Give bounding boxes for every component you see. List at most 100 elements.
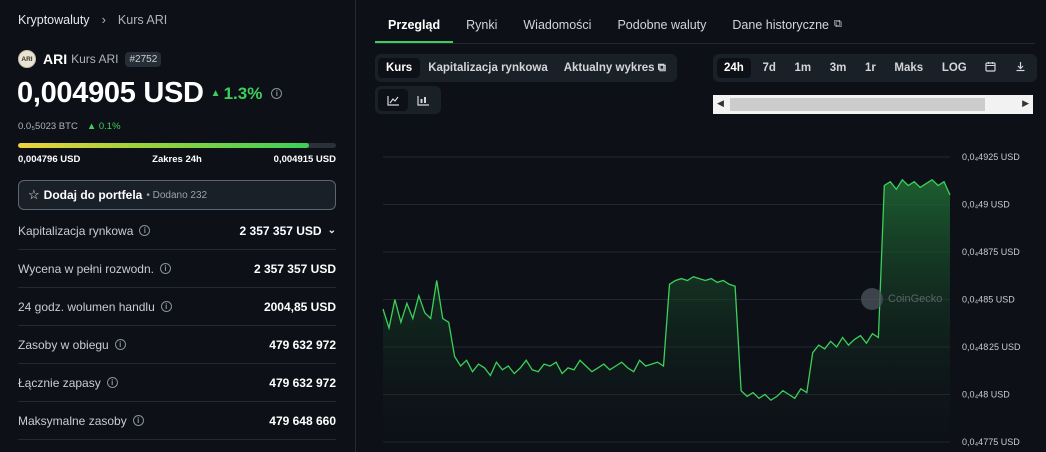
info-icon[interactable]: i xyxy=(271,88,283,99)
info-icon[interactable]: i xyxy=(159,263,171,274)
breadcrumb-current: Kurs ARI xyxy=(117,12,168,27)
tab-similar[interactable]: Podobne waluty xyxy=(604,10,719,43)
range-24h[interactable]: 24h xyxy=(717,58,751,78)
y-tick-label: 0,0₄48 25 USD xyxy=(962,342,1021,352)
btc-price: 0.0₅5023 BTC xyxy=(18,121,78,132)
main-tabs: Przegląd Rynki Wiadomości Podobne waluty… xyxy=(375,10,1035,44)
chevron-right-icon: › xyxy=(101,12,106,27)
stat-label: Łącznie zapasy xyxy=(18,375,101,390)
info-icon[interactable]: i xyxy=(132,415,144,426)
stat-label: Zasoby w obiegu xyxy=(18,337,109,352)
range-1m[interactable]: 1m xyxy=(787,58,818,78)
range-max[interactable]: Maks xyxy=(887,58,930,78)
info-icon[interactable]: i xyxy=(114,339,126,350)
add-to-portfolio-label: Dodaj do portfela xyxy=(43,188,143,202)
range-label: Zakres 24h xyxy=(152,154,202,165)
stat-label: Kapitalizacja rynkowa xyxy=(18,223,134,238)
stat-label-wrap: 24 godz. wolumen handlu i xyxy=(18,300,172,314)
btc-price-row: 0.0₅5023 BTC ▲ 0.1% xyxy=(18,121,121,132)
chart-tab-live[interactable]: Aktualny wykres ⧉ xyxy=(556,58,674,79)
breadcrumb: Kryptowaluty › Kurs ARI xyxy=(18,12,167,27)
stat-value: 479 632 972 xyxy=(269,337,336,352)
coin-header: ARI ARI Kurs ARI #2752 xyxy=(18,50,162,68)
range-7d[interactable]: 7d xyxy=(755,58,782,78)
tab-markets[interactable]: Rynki xyxy=(453,10,510,43)
stat-value: 2004,85 USD xyxy=(263,299,336,314)
calendar-icon[interactable] xyxy=(978,57,1003,79)
current-price: 0,004905 USD xyxy=(17,77,204,109)
price-chart[interactable]: 0,0₄4925 USD 0,0₄49 USD 0,0₄4875 USD 0,0₄48… xyxy=(356,130,1046,452)
stat-label: Wycena w pełni rozwodn. xyxy=(18,261,154,276)
stat-label-wrap: Zasoby w obiegu i xyxy=(18,338,126,352)
stat-value: 2 357 357 USD xyxy=(253,261,336,276)
y-tick-label: 0,0₄485 USD xyxy=(962,295,1015,305)
coingecko-logo-icon xyxy=(861,288,883,310)
info-icon[interactable]: i xyxy=(106,377,118,388)
external-link-icon: ⧉ xyxy=(833,18,842,30)
chart-range-scrollbar[interactable]: ◀ ▶ xyxy=(713,95,1033,114)
stat-row: 24 godz. wolumen handlu i 2004,85 USD xyxy=(18,288,336,326)
arrow-right-icon[interactable]: ▶ xyxy=(1022,98,1029,109)
tab-historical[interactable]: Dane historyczne ⧉ xyxy=(719,10,854,43)
btc-change-value: 0.1% xyxy=(98,121,121,132)
y-tick-label: 0,0₄49 USD xyxy=(962,200,1010,210)
stat-value: 479 632 972 xyxy=(269,375,336,390)
chart-style-selector xyxy=(375,86,441,114)
chart-tab-price[interactable]: Kurs xyxy=(378,58,421,78)
stat-label-wrap: Maksymalne zasoby i xyxy=(18,414,144,428)
y-tick-label: 0,0₄4775 USD xyxy=(962,437,1020,447)
info-icon[interactable]: i xyxy=(139,225,151,236)
add-to-portfolio-button[interactable]: ☆ Dodaj do portfela • Dodano 232 xyxy=(18,180,336,210)
download-icon[interactable] xyxy=(1008,57,1033,79)
candlestick-chart-icon[interactable] xyxy=(408,89,438,111)
price-change-value: 1.3% xyxy=(223,83,263,103)
time-range-selector: 24h 7d 1m 3m 1r Maks LOG xyxy=(713,54,1037,82)
price-row: 0,004905 USD ▲ 1.3% i xyxy=(17,77,283,110)
tab-historical-label: Dane historyczne xyxy=(732,18,829,32)
stat-value: 2 357 357 USD xyxy=(239,223,322,238)
coin-symbol: ARI xyxy=(43,51,68,67)
stat-value-wrap[interactable]: 2 357 357 USD ⌄ xyxy=(240,224,336,238)
stat-row: Zasoby w obiegu i 479 632 972 xyxy=(18,326,336,364)
range-high: 0,004915 USD xyxy=(273,154,336,165)
breadcrumb-root-link[interactable]: Kryptowaluty xyxy=(18,13,90,27)
chart-panel: Przegląd Rynki Wiadomości Podobne waluty… xyxy=(356,0,1046,452)
rank-badge: #2752 xyxy=(125,51,162,67)
price-area xyxy=(383,179,950,443)
chart-type-selector: Kurs Kapitalizacja rynkowa Aktualny wykr… xyxy=(375,54,677,82)
range-1r[interactable]: 1r xyxy=(858,58,883,78)
stat-row: Wycena w pełni rozwodn. i 2 357 357 USD xyxy=(18,250,336,288)
price-change: ▲ 1.3% xyxy=(211,84,263,104)
tab-overview[interactable]: Przegląd xyxy=(375,10,454,43)
star-icon: ☆ xyxy=(28,187,40,202)
coin-name: Kurs ARI xyxy=(71,52,119,66)
coin-logo-icon: ARI xyxy=(18,50,36,68)
triangle-up-icon: ▲ xyxy=(210,88,221,99)
range-24h-labels: 0,004796 USD Zakres 24h 0,004915 USD xyxy=(18,154,336,165)
stat-label-wrap: Kapitalizacja rynkowa i xyxy=(18,223,151,238)
chart-tab-live-label: Aktualny wykres xyxy=(563,61,655,74)
line-chart-icon[interactable] xyxy=(378,89,408,111)
range-24h-fill xyxy=(18,143,309,148)
range-24h-bar xyxy=(18,143,336,148)
scrollbar-thumb[interactable] xyxy=(730,98,985,111)
stat-label: 24 godz. wolumen handlu xyxy=(18,299,155,314)
stat-value: 479 648 660 xyxy=(269,413,336,428)
range-low: 0,004796 USD xyxy=(18,154,81,165)
range-3m[interactable]: 3m xyxy=(823,58,854,78)
stat-label: Maksymalne zasoby xyxy=(18,413,127,428)
external-link-icon: ⧉ xyxy=(657,61,666,74)
coingecko-watermark: CoinGecko xyxy=(861,288,942,310)
stat-row: Maksymalne zasoby i 479 648 660 xyxy=(18,402,336,440)
y-tick-label: 0,0₄4875 USD xyxy=(962,247,1020,257)
tab-news[interactable]: Wiadomości xyxy=(510,10,604,43)
btc-change: ▲ 0.1% xyxy=(86,121,121,132)
range-log[interactable]: LOG xyxy=(935,58,974,78)
chart-tab-market-cap[interactable]: Kapitalizacja rynkowa xyxy=(420,58,556,78)
info-icon[interactable]: i xyxy=(160,301,172,312)
chevron-down-icon: ⌄ xyxy=(327,225,336,236)
stat-row: Kapitalizacja rynkowa i 2 357 357 USD ⌄ xyxy=(18,212,336,250)
stat-label-wrap: Wycena w pełni rozwodn. i xyxy=(18,262,171,276)
stat-row: Łącznie zapasy i 479 632 972 xyxy=(18,364,336,402)
arrow-left-icon[interactable]: ◀ xyxy=(717,98,724,109)
